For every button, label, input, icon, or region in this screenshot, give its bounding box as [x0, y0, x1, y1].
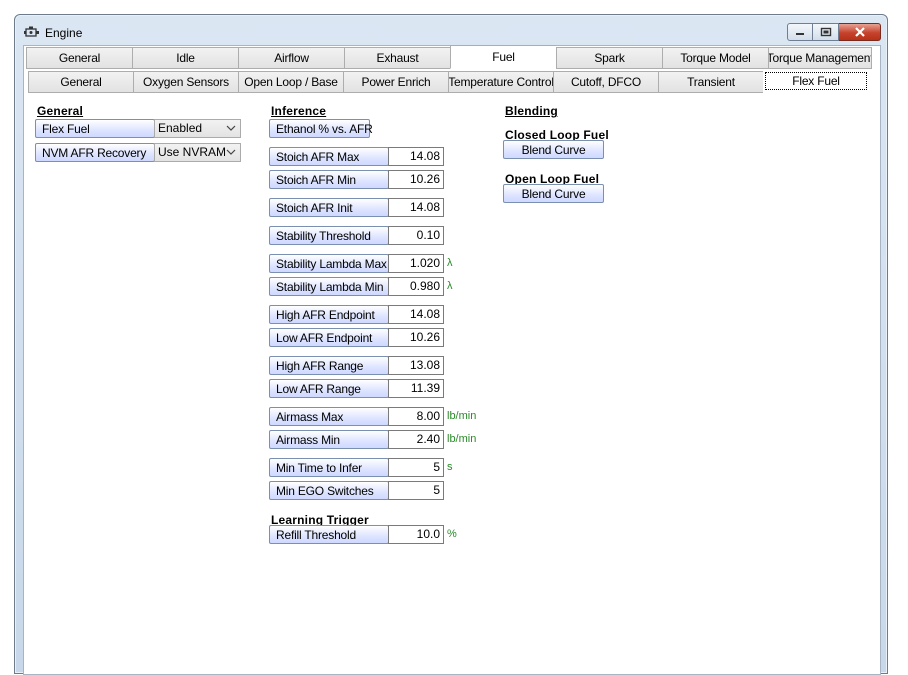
min-ego-switches-value[interactable]: 5 [388, 481, 444, 500]
tab-spark[interactable]: Spark [556, 47, 662, 69]
tab-general[interactable]: General [26, 47, 132, 69]
stoich-afr-init-value[interactable]: 14.08 [388, 198, 444, 217]
maximize-icon [820, 27, 831, 37]
inference-heading: Inference [271, 104, 327, 118]
stability-lambda-max-value[interactable]: 1.020 [388, 254, 444, 273]
airmass-max-unit: lb/min [447, 410, 477, 422]
tab-idle[interactable]: Idle [132, 47, 238, 69]
stoich-afr-max-button[interactable]: Stoich AFR Max [269, 147, 389, 166]
subtab-cutoff-dfco[interactable]: Cutoff, DFCO [553, 71, 658, 93]
tab-torque-model[interactable]: Torque Model [662, 47, 768, 69]
subtab-general[interactable]: General [28, 71, 133, 93]
flex-fuel-param-button[interactable]: Flex Fuel [35, 119, 155, 138]
stoich-afr-min-button[interactable]: Stoich AFR Min [269, 170, 389, 189]
high-afr-endpoint-button[interactable]: High AFR Endpoint [269, 305, 389, 324]
stability-lambda-min-unit: λ [447, 280, 453, 292]
airmass-min-unit: lb/min [447, 433, 477, 445]
engine-window: Engine General Idle Airflow Exhaust Fuel… [14, 14, 888, 675]
flex-fuel-panel: General Flex Fuel Enabled NVM AFR Recove… [24, 96, 880, 674]
airmass-min-button[interactable]: Airmass Min [269, 430, 389, 449]
low-afr-range-button[interactable]: Low AFR Range [269, 379, 389, 398]
airmass-max-button[interactable]: Airmass Max [269, 407, 389, 426]
chevron-down-icon [226, 149, 236, 155]
refill-threshold-button[interactable]: Refill Threshold [269, 525, 389, 544]
engine-icon [24, 26, 39, 37]
tab-airflow[interactable]: Airflow [238, 47, 344, 69]
tab-exhaust[interactable]: Exhaust [344, 47, 450, 69]
min-time-to-infer-unit: s [447, 461, 453, 473]
subtab-temperature-control[interactable]: Temperature Control [448, 71, 553, 93]
airmass-min-value[interactable]: 2.40 [388, 430, 444, 449]
main-tab-bar: General Idle Airflow Exhaust Fuel Spark … [26, 45, 872, 69]
min-ego-switches-button[interactable]: Min EGO Switches [269, 481, 389, 500]
sub-tab-bar: General Oxygen Sensors Open Loop / Base … [28, 71, 867, 93]
stability-lambda-max-unit: λ [447, 257, 453, 269]
blending-heading: Blending [505, 104, 558, 118]
ethanol-vs-afr-table-button[interactable]: Ethanol % vs. AFR [269, 119, 373, 138]
tab-fuel[interactable]: Fuel [450, 45, 556, 69]
airmass-max-value[interactable]: 8.00 [388, 407, 444, 426]
subtab-transient[interactable]: Transient [658, 71, 763, 93]
flex-fuel-select[interactable]: Enabled [154, 119, 241, 138]
stability-lambda-max-button[interactable]: Stability Lambda Max [269, 254, 389, 273]
nvm-afr-recovery-param-button[interactable]: NVM AFR Recovery [35, 143, 155, 162]
chevron-down-icon [226, 125, 236, 131]
stability-lambda-min-value[interactable]: 0.980 [388, 277, 444, 296]
maximize-button[interactable] [813, 23, 839, 41]
subtab-power-enrich[interactable]: Power Enrich [343, 71, 448, 93]
high-afr-range-value[interactable]: 13.08 [388, 356, 444, 375]
nvm-afr-recovery-select[interactable]: Use NVRAM [154, 143, 241, 162]
refill-threshold-unit: % [447, 528, 457, 540]
min-time-to-infer-button[interactable]: Min Time to Infer [269, 458, 389, 477]
stoich-afr-min-value[interactable]: 10.26 [388, 170, 444, 189]
minimize-icon [796, 33, 804, 35]
high-afr-endpoint-value[interactable]: 14.08 [388, 305, 444, 324]
low-afr-endpoint-value[interactable]: 10.26 [388, 328, 444, 347]
low-afr-range-value[interactable]: 11.39 [388, 379, 444, 398]
subtab-open-loop-base[interactable]: Open Loop / Base [238, 71, 343, 93]
stability-threshold-value[interactable]: 0.10 [388, 226, 444, 245]
open-loop-blend-curve-button[interactable]: Blend Curve [503, 184, 604, 203]
low-afr-endpoint-button[interactable]: Low AFR Endpoint [269, 328, 389, 347]
subtab-oxygen-sensors[interactable]: Oxygen Sensors [133, 71, 238, 93]
nvm-afr-recovery-select-value: Use NVRAM [158, 145, 227, 159]
close-icon [854, 27, 865, 37]
client-area: General Idle Airflow Exhaust Fuel Spark … [23, 45, 881, 675]
subtab-flex-fuel[interactable]: Flex Fuel [765, 72, 867, 90]
general-heading: General [37, 104, 84, 118]
minimize-button[interactable] [787, 23, 813, 41]
title-bar[interactable]: Engine [15, 15, 887, 45]
close-button[interactable] [839, 23, 881, 41]
stability-threshold-button[interactable]: Stability Threshold [269, 226, 389, 245]
stability-lambda-min-button[interactable]: Stability Lambda Min [269, 277, 389, 296]
stoich-afr-init-button[interactable]: Stoich AFR Init [269, 198, 389, 217]
closed-loop-blend-curve-button[interactable]: Blend Curve [503, 140, 604, 159]
refill-threshold-value[interactable]: 10.0 [388, 525, 444, 544]
flex-fuel-select-value: Enabled [158, 121, 203, 135]
high-afr-range-button[interactable]: High AFR Range [269, 356, 389, 375]
stoich-afr-max-value[interactable]: 14.08 [388, 147, 444, 166]
window-title: Engine [45, 26, 83, 40]
min-time-to-infer-value[interactable]: 5 [388, 458, 444, 477]
tab-torque-management[interactable]: Torque Management [768, 47, 872, 69]
